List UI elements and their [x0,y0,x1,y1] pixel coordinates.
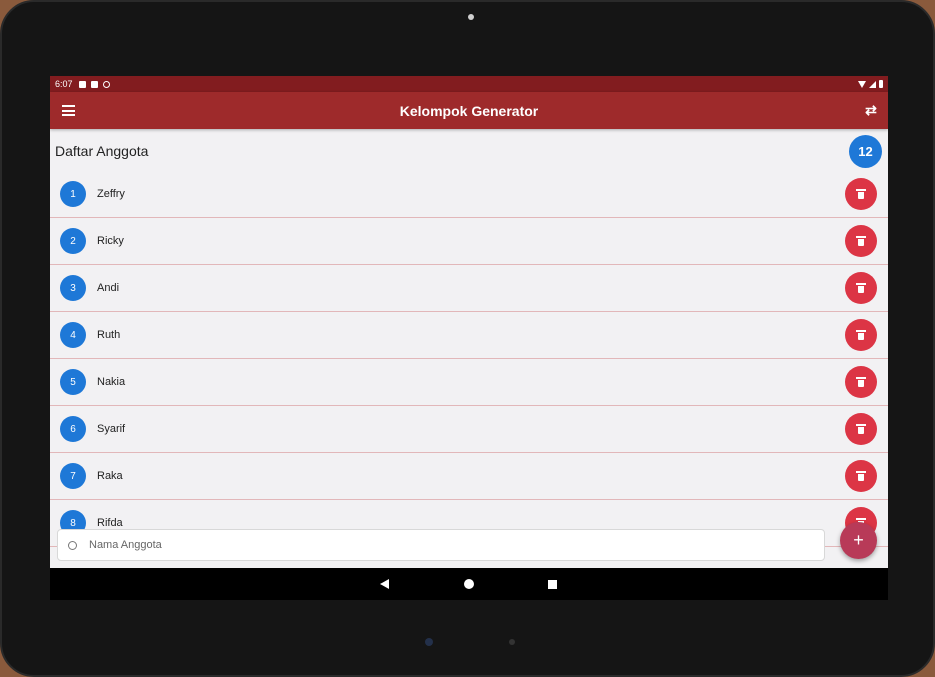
member-name-input[interactable] [89,539,789,551]
member-name: Zeffry [97,188,125,200]
wifi-icon [858,80,866,88]
menu-icon[interactable] [62,105,75,116]
list-item: 3 Andi [50,265,888,312]
delete-member-button[interactable] [845,225,877,257]
app-bar: Kelompok Generator ⇄ [50,92,888,129]
member-name: Andi [97,282,120,294]
member-name: Syarif [97,423,126,435]
page-title: Daftar Anggota [55,143,149,159]
member-name: Rifda [97,517,123,529]
list-item: 6 Syarif [50,406,888,453]
shuffle-icon[interactable]: ⇄ [863,102,879,118]
member-number-badge: 2 [60,228,86,254]
trash-icon [856,330,866,340]
delete-member-button[interactable] [845,366,877,398]
sync-icon [102,80,110,88]
sd-card-icon [90,80,98,88]
trash-icon [856,189,866,199]
sensor [509,639,515,645]
face-icon [68,540,77,550]
app-title: Kelompok Generator [399,102,539,119]
member-number-badge: 5 [60,369,86,395]
member-number-badge: 7 [60,463,86,489]
delete-member-button[interactable] [845,413,877,445]
trash-icon [856,471,866,481]
signal-icon [869,80,876,88]
trash-icon [856,236,866,246]
member-list: 1 Zeffry 2 Ricky 3 Andi 4 Ruth 5 Nakia 6… [50,171,888,547]
system-nav-bar [50,568,888,600]
delete-member-button[interactable] [845,460,877,492]
member-list-header: Daftar Anggota 12 [50,129,888,173]
member-count-badge: 12 [849,135,882,168]
list-item: 1 Zeffry [50,171,888,218]
recent-apps-icon[interactable] [548,580,557,589]
front-camera [468,14,474,20]
member-number-badge: 6 [60,416,86,442]
home-icon[interactable] [464,579,474,589]
battery-icon [879,80,883,88]
trash-icon [856,424,866,434]
member-name: Ruth [97,329,121,341]
list-item: 2 Ricky [50,218,888,265]
delete-member-button[interactable] [845,319,877,351]
member-number-badge: 1 [60,181,86,207]
sensor [425,638,433,646]
trash-icon [856,283,866,293]
member-name: Ricky [97,235,124,247]
member-name-field[interactable] [57,529,825,561]
add-member-button[interactable]: + [840,522,877,559]
app-screen: 6:07 Kelompok Generator ⇄ Daftar Anggota… [50,76,888,600]
notification-icon [78,80,86,88]
delete-member-button[interactable] [845,272,877,304]
delete-member-button[interactable] [845,178,877,210]
list-item: 4 Ruth [50,312,888,359]
status-bar: 6:07 [50,76,888,92]
member-number-badge: 3 [60,275,86,301]
back-icon[interactable] [380,579,389,589]
trash-icon [856,377,866,387]
list-item: 5 Nakia [50,359,888,406]
list-item: 7 Raka [50,453,888,500]
member-name: Raka [97,470,123,482]
status-time: 6:07 [55,79,73,89]
member-number-badge: 4 [60,322,86,348]
member-name: Nakia [97,376,126,388]
